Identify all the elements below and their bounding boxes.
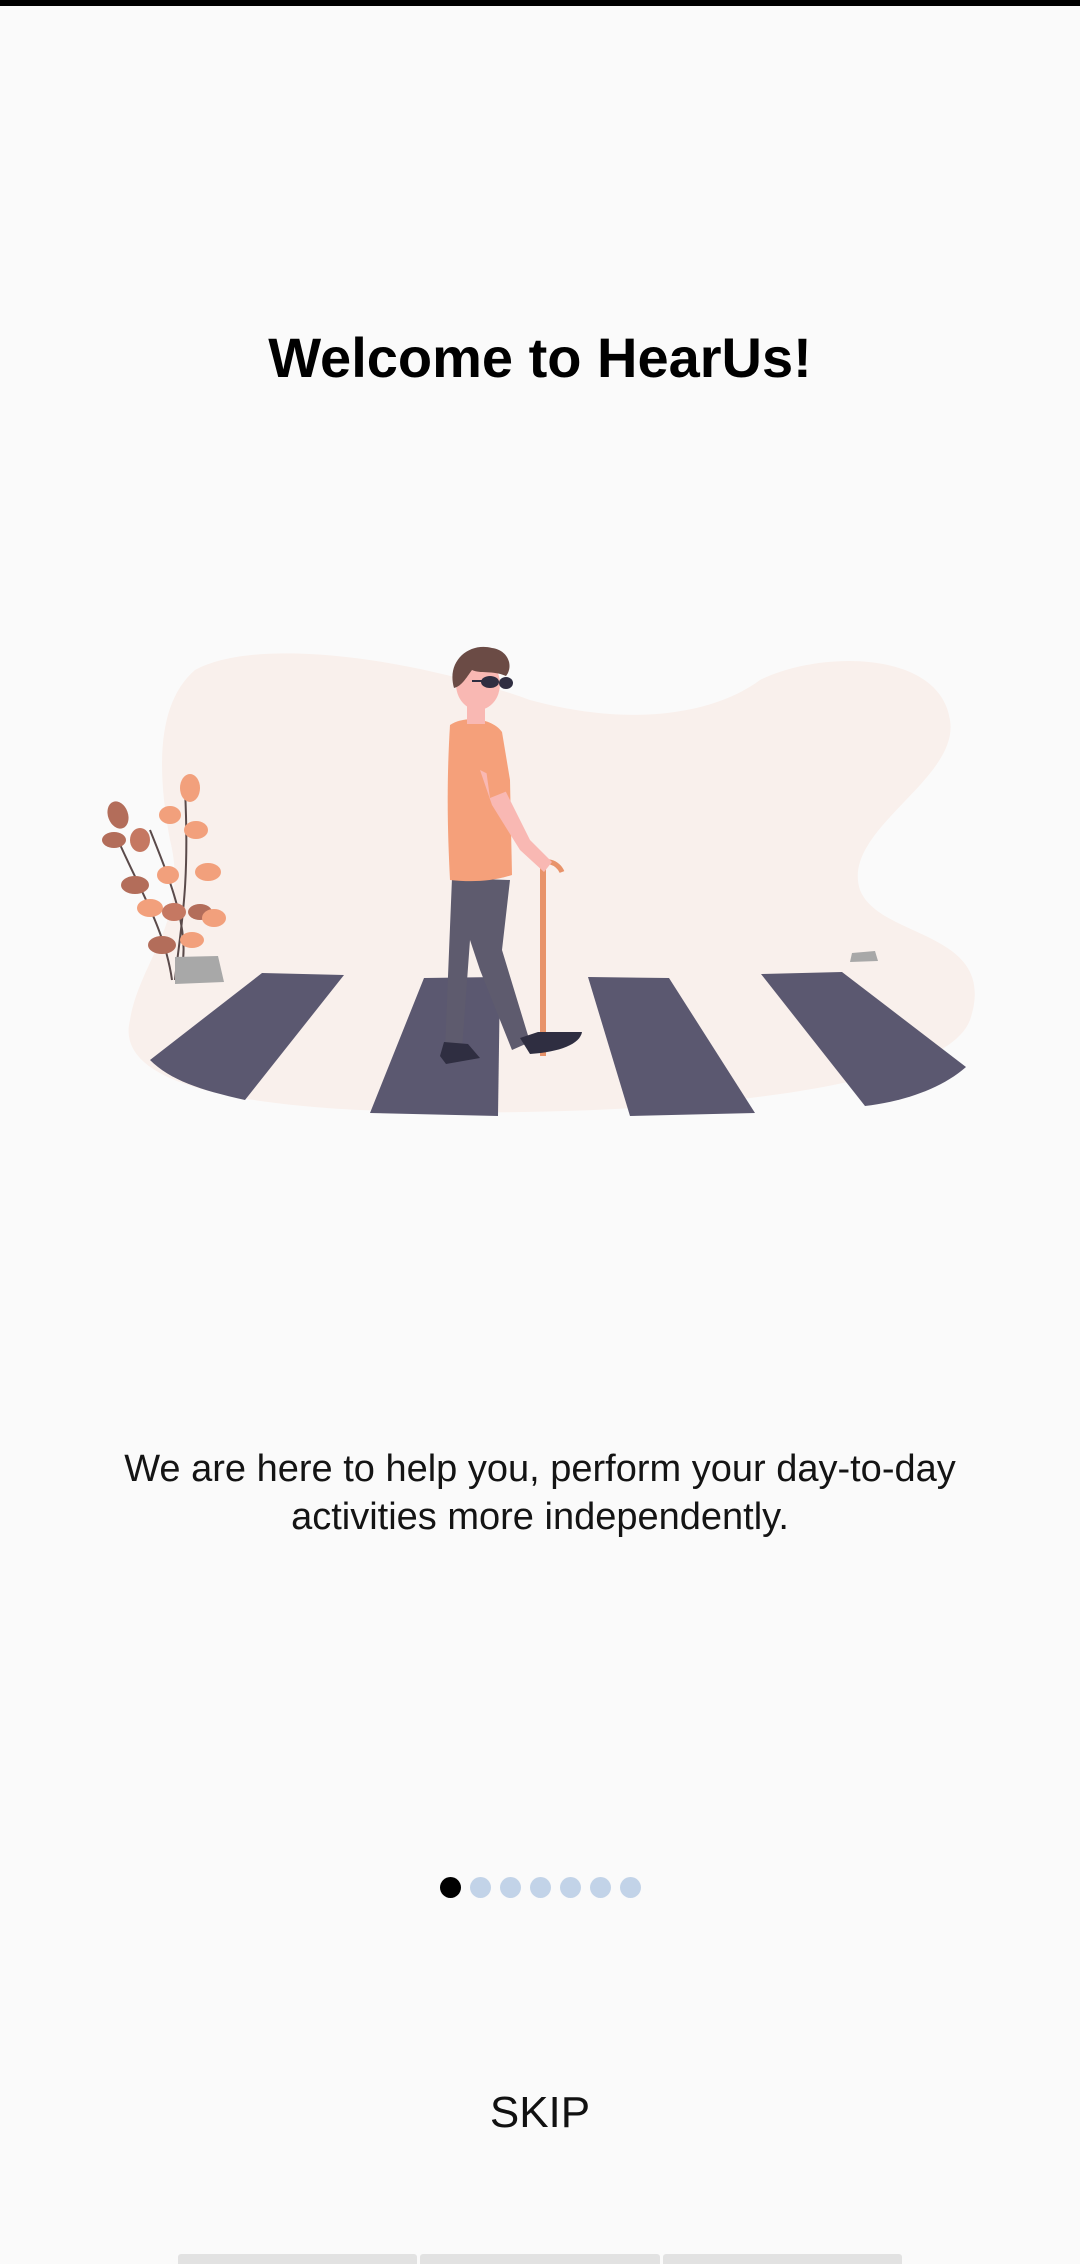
page-dot[interactable] xyxy=(499,1877,521,1898)
page-title: Welcome to HearUs! xyxy=(268,326,812,389)
status-bar xyxy=(0,0,1080,6)
onboarding-description: We are here to help you, perform your da… xyxy=(124,1448,956,1538)
page-dot[interactable] xyxy=(619,1877,641,1898)
nav-bar-segment xyxy=(178,2254,418,2264)
page-dot[interactable] xyxy=(529,1877,551,1898)
onboarding-illustration xyxy=(100,640,980,1120)
page-dot[interactable] xyxy=(589,1877,611,1898)
page-dot-active[interactable] xyxy=(439,1877,461,1898)
page-indicator xyxy=(0,1877,1080,1898)
nav-bar-segment xyxy=(662,2254,902,2264)
page-dot[interactable] xyxy=(469,1877,491,1898)
nav-bar-segment xyxy=(420,2254,660,2264)
navigation-bar xyxy=(178,2254,902,2264)
skip-button[interactable]: SKIP xyxy=(440,2080,640,2146)
page-dot[interactable] xyxy=(559,1877,581,1898)
